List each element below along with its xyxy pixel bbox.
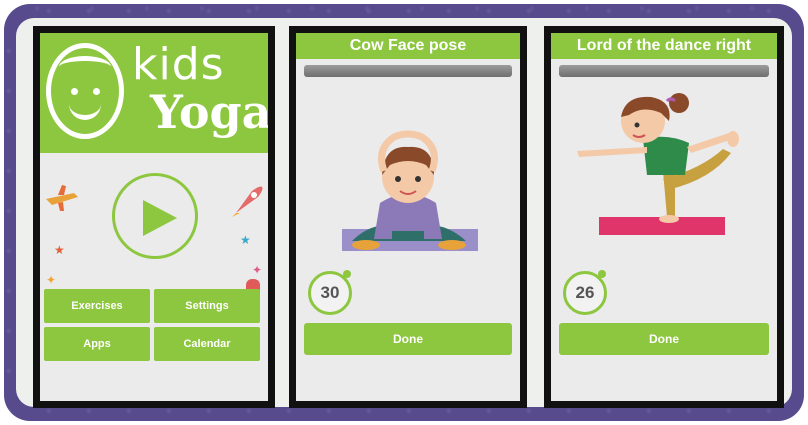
pose-screen: Cow Face pose 30 Done bbox=[296, 33, 520, 401]
countdown-timer: 30 bbox=[308, 270, 352, 315]
exercises-button[interactable]: Exercises bbox=[44, 289, 150, 323]
timer-value: 26 bbox=[575, 283, 595, 302]
play-icon bbox=[143, 200, 177, 236]
timer-value: 30 bbox=[320, 283, 340, 302]
logo-face-icon bbox=[46, 43, 124, 139]
phone-home: kids Yoga ★ ★ ✦ ✦ Exercises Settings App… bbox=[33, 26, 275, 408]
timer-knob-icon bbox=[343, 270, 351, 278]
apps-button[interactable]: Apps bbox=[44, 327, 150, 361]
timer-knob-icon bbox=[598, 270, 606, 278]
pose-progress-bar bbox=[559, 65, 769, 77]
airplane-icon bbox=[46, 185, 78, 211]
pose-progress-bar bbox=[304, 65, 512, 77]
phone-pose-2: Lord of the dance right 26 Done bbox=[544, 26, 784, 408]
sparkle-icon: ✦ bbox=[252, 263, 263, 277]
phone-pose-1: Cow Face pose 30 Done bbox=[289, 26, 527, 408]
pose-screen: Lord of the dance right 26 Done bbox=[551, 33, 777, 401]
app-header: kids Yoga bbox=[40, 33, 268, 153]
star-icon: ★ bbox=[240, 233, 251, 247]
calendar-button[interactable]: Calendar bbox=[154, 327, 260, 361]
countdown-timer: 26 bbox=[563, 270, 607, 315]
lord-of-the-dance-pose-illustration bbox=[577, 93, 739, 235]
pose-title: Lord of the dance right bbox=[551, 33, 777, 59]
pose-title: Cow Face pose bbox=[296, 33, 520, 59]
star-icon: ★ bbox=[54, 243, 65, 257]
logo-word-yoga: Yoga bbox=[150, 85, 268, 139]
done-button[interactable]: Done bbox=[559, 323, 769, 355]
star-icon: ✦ bbox=[46, 273, 57, 287]
settings-button[interactable]: Settings bbox=[154, 289, 260, 323]
play-button[interactable] bbox=[112, 173, 198, 259]
done-button[interactable]: Done bbox=[304, 323, 512, 355]
home-screen: kids Yoga ★ ★ ✦ ✦ Exercises Settings App… bbox=[40, 33, 268, 401]
cow-face-pose-illustration bbox=[342, 130, 478, 251]
rocket-icon bbox=[232, 186, 263, 217]
logo-word-kids: kids bbox=[132, 39, 225, 90]
